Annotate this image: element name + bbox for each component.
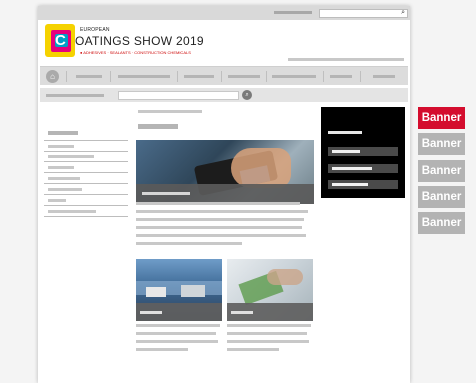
sidebar-divider	[44, 140, 128, 141]
banner-button[interactable]: Banner	[418, 186, 465, 208]
top-utility-bar: ⌕	[38, 6, 410, 20]
expo-booth-shape	[146, 287, 166, 297]
promo-item[interactable]	[328, 147, 398, 156]
teaser-text-line	[227, 340, 309, 343]
nav-item-3[interactable]	[184, 75, 214, 78]
teaser-text-line	[136, 340, 218, 343]
teaser-caption-placeholder	[140, 311, 162, 314]
sidebar-divider	[44, 172, 128, 173]
teaser-text-line	[227, 332, 307, 335]
sidebar-divider	[44, 161, 128, 162]
body-text-line	[136, 242, 242, 245]
hero-caption	[136, 184, 314, 204]
sidebar-item[interactable]	[48, 210, 96, 213]
sidebar-item[interactable]	[48, 188, 82, 191]
teaser-text-line	[136, 324, 220, 327]
nav-separator	[66, 71, 67, 82]
search-icon[interactable]: ⌕	[401, 9, 405, 17]
promo-item[interactable]	[328, 164, 398, 173]
logo[interactable]: C EUROPEAN OATINGS SHOW 2019 ● ADHESIVES…	[45, 24, 204, 62]
sidebar-item[interactable]	[48, 177, 80, 180]
banner-button[interactable]: Banner	[418, 212, 465, 234]
teaser-caption-placeholder	[231, 311, 253, 314]
sidebar-divider	[44, 183, 128, 184]
header-info-placeholder	[288, 58, 404, 61]
nav-item-1[interactable]	[76, 75, 102, 78]
body-text-line	[136, 210, 308, 213]
nav-separator	[360, 71, 361, 82]
logo-small-text: EUROPEAN	[80, 27, 110, 33]
banner-button[interactable]: Banner	[418, 133, 465, 155]
sidebar-divider	[44, 205, 128, 206]
nav-item-2[interactable]	[118, 75, 170, 78]
teaser-text-line	[136, 348, 188, 351]
promo-heading	[328, 131, 362, 134]
promo-item-label	[332, 150, 360, 153]
breadcrumb-placeholder[interactable]	[138, 110, 202, 113]
expo-booth-shape	[181, 285, 205, 297]
hand-shape	[267, 269, 303, 285]
nav-separator	[266, 71, 267, 82]
site-search-input[interactable]	[118, 91, 239, 100]
body-text-line	[136, 234, 306, 237]
search-bar-row: ⌕	[40, 88, 408, 102]
teaser-text-line	[136, 332, 216, 335]
promo-box[interactable]	[321, 107, 405, 198]
teaser-text-line	[227, 348, 279, 351]
hero-hand-shape	[231, 148, 291, 188]
teaser-caption-2	[227, 303, 313, 321]
nav-separator	[177, 71, 178, 82]
body-text-line	[136, 218, 304, 221]
logo-main-text: OATINGS SHOW 2019	[75, 34, 204, 48]
top-search-input[interactable]: ⌕	[319, 9, 408, 18]
teaser-caption-1	[136, 303, 222, 321]
logo-c-letter: C	[55, 32, 66, 49]
hero-caption-placeholder	[142, 192, 190, 195]
nav-item-7[interactable]	[373, 75, 395, 78]
nav-separator	[221, 71, 222, 82]
banner-button[interactable]: Banner	[418, 160, 465, 182]
nav-item-5[interactable]	[272, 75, 316, 78]
logo-tagline: ● ADHESIVES · SEALANTS · CONSTRUCTION CH…	[80, 50, 191, 55]
sidebar-divider	[44, 151, 128, 152]
nav-item-4[interactable]	[228, 75, 260, 78]
teaser-text-line	[227, 324, 311, 327]
body-text-line	[136, 226, 302, 229]
nav-separator	[110, 71, 111, 82]
home-icon[interactable]: ⌂	[46, 70, 59, 83]
body-text-line	[136, 202, 300, 205]
page-title-placeholder	[138, 124, 178, 129]
search-label-placeholder	[46, 94, 104, 97]
promo-item[interactable]	[328, 180, 398, 189]
promo-item-label	[332, 167, 372, 170]
website-mockup: ⌕ C EUROPEAN OATINGS SHOW 2019 ● ADHESIV…	[38, 6, 410, 383]
main-nav: ⌂	[40, 66, 408, 85]
banner-button-active[interactable]: Banner	[418, 107, 465, 129]
sidebar-heading	[48, 131, 78, 135]
sidebar-item[interactable]	[48, 145, 74, 148]
sidebar-item[interactable]	[48, 155, 94, 158]
nav-item-6[interactable]	[330, 75, 352, 78]
sidebar-item[interactable]	[48, 199, 66, 202]
promo-item-label	[332, 183, 368, 186]
search-go-icon[interactable]: ⌕	[242, 90, 252, 100]
sidebar-divider	[44, 216, 128, 217]
sidebar-item[interactable]	[48, 166, 74, 169]
sidebar-divider	[44, 194, 128, 195]
nav-separator	[323, 71, 324, 82]
top-link-placeholder[interactable]	[274, 11, 312, 14]
